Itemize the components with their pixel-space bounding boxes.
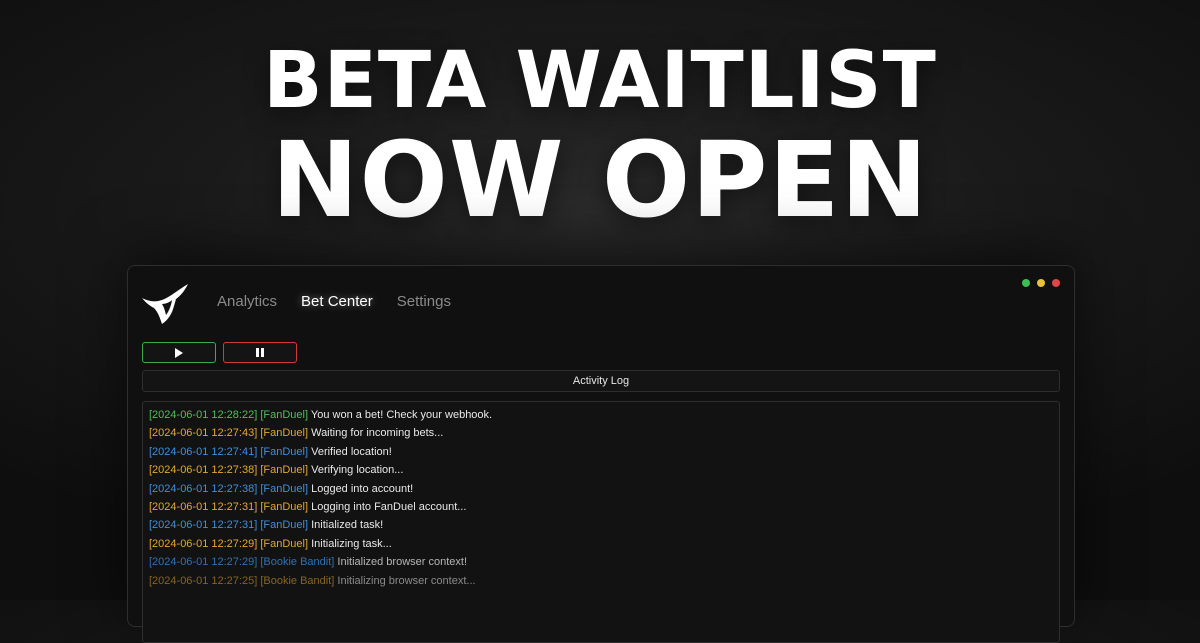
log-message: Initialized browser context!	[337, 556, 468, 569]
log-entry: [2024-06-01 12:27:31] [FanDuel] Logging …	[149, 498, 1059, 516]
top-nav: Analytics Bet Center Settings	[217, 293, 475, 310]
log-message: Logging into FanDuel account...	[311, 500, 467, 513]
log-source: [Bookie Bandit]	[260, 556, 335, 569]
play-icon	[175, 347, 183, 358]
log-message: Logged into account!	[311, 482, 414, 495]
log-timestamp: [2024-06-01 12:27:43]	[149, 427, 258, 440]
log-timestamp: [2024-06-01 12:27:38]	[149, 464, 258, 477]
log-entry: [2024-06-01 12:27:29] [FanDuel] Initiali…	[149, 535, 1059, 553]
start-button[interactable]	[142, 342, 216, 363]
headline-line-2: NOW OPEN	[271, 119, 929, 241]
log-entry: [2024-06-01 12:27:41] [FanDuel] Verified…	[149, 443, 1059, 461]
log-message: Verifying location...	[311, 464, 404, 477]
log-timestamp: [2024-06-01 12:27:25]	[149, 574, 258, 587]
pause-icon	[256, 348, 264, 357]
log-source: [FanDuel]	[260, 464, 309, 477]
log-entry: [2024-06-01 12:27:25] [Bookie Bandit] In…	[149, 572, 1059, 590]
headline-line-1: BETA WAITLIST	[263, 36, 937, 126]
log-entry: [2024-06-01 12:27:31] [FanDuel] Initiali…	[149, 516, 1059, 534]
log-entry: [2024-06-01 12:27:38] [FanDuel] Logged i…	[149, 480, 1059, 498]
log-timestamp: [2024-06-01 12:27:31]	[149, 500, 258, 513]
log-message: Verified location!	[311, 445, 392, 458]
log-timestamp: [2024-06-01 12:27:41]	[149, 445, 258, 458]
log-timestamp: [2024-06-01 12:27:29]	[149, 556, 258, 569]
pause-button[interactable]	[223, 342, 297, 363]
log-entry: [2024-06-01 12:27:29] [Bookie Bandit] In…	[149, 553, 1059, 571]
nav-tab-bet-center[interactable]: Bet Center	[301, 293, 373, 310]
horned-bull-logo-icon	[140, 280, 192, 328]
nav-tab-analytics[interactable]: Analytics	[217, 293, 277, 310]
log-timestamp: [2024-06-01 12:28:22]	[149, 409, 258, 421]
log-entry: [2024-06-01 12:28:22] [FanDuel] You won …	[149, 406, 1059, 424]
log-timestamp: [2024-06-01 12:27:31]	[149, 519, 258, 532]
app-window: Analytics Bet Center Settings Activity Log…	[127, 265, 1075, 643]
nav-tab-settings[interactable]: Settings	[397, 293, 451, 310]
window-controls	[1022, 279, 1060, 287]
log-message: You won a bet! Check your webhook.	[310, 409, 493, 421]
log-timestamp: [2024-06-01 12:27:38]	[149, 482, 258, 495]
log-entry: [2024-06-01 12:27:43] [FanDuel] Waiting …	[149, 424, 1059, 442]
window-yellow-dot[interactable]	[1037, 279, 1045, 287]
window-green-dot[interactable]	[1022, 279, 1030, 287]
log-message: Initializing browser context...	[337, 574, 476, 587]
log-source: [Bookie Bandit]	[260, 574, 335, 587]
log-source: [FanDuel]	[260, 482, 309, 495]
activity-log-header: Activity Log	[142, 370, 1060, 392]
log-source: [FanDuel]	[260, 445, 309, 458]
window-red-dot[interactable]	[1052, 279, 1060, 287]
log-message: Waiting for incoming bets...	[311, 427, 444, 440]
log-timestamp: [2024-06-01 12:27:29]	[149, 537, 258, 550]
log-message: Initializing task...	[311, 537, 392, 550]
log-message: Initialized task!	[311, 519, 384, 532]
activity-log[interactable]: [2024-06-01 12:28:22] [FanDuel] You won …	[142, 401, 1060, 643]
log-source: [FanDuel]	[260, 537, 309, 550]
log-source: [FanDuel]	[260, 409, 309, 421]
log-list: [2024-06-01 12:28:22] [FanDuel] You won …	[143, 402, 1059, 590]
log-entry: [2024-06-01 12:27:38] [FanDuel] Verifyin…	[149, 461, 1059, 479]
log-source: [FanDuel]	[260, 427, 309, 440]
log-source: [FanDuel]	[260, 500, 309, 513]
log-source: [FanDuel]	[260, 519, 309, 532]
